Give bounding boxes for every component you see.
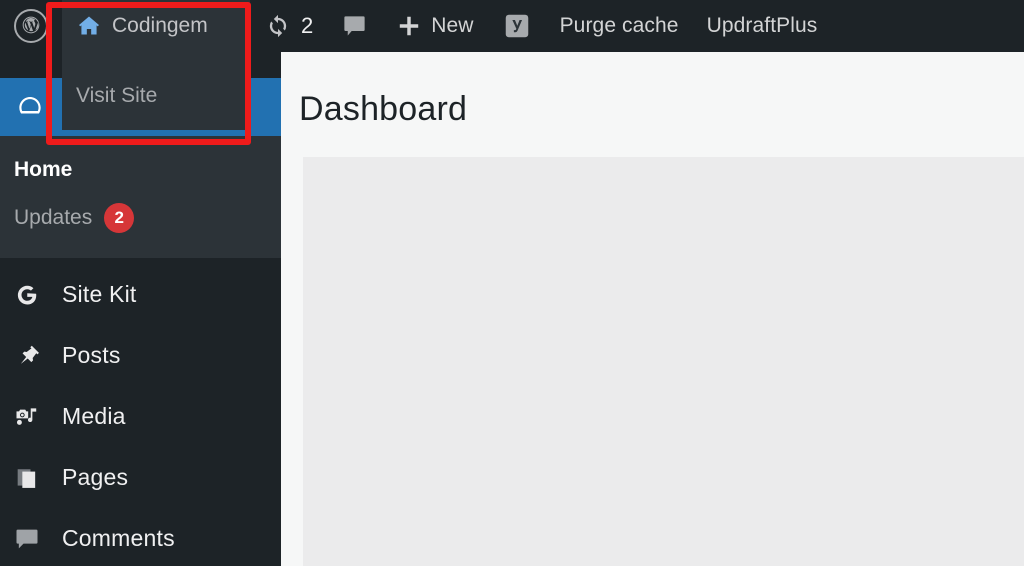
sidebar-item-site-kit-label: Site Kit [62, 281, 137, 307]
sidebar-item-posts-label: Posts [62, 342, 121, 368]
page-title: Dashboard [299, 90, 468, 128]
site-dropdown-header[interactable]: Codingem [62, 0, 250, 52]
wordpress-admin-screen: Codingem 2 New [0, 0, 1024, 566]
sidebar-item-updates[interactable]: Updates 2 [0, 194, 281, 242]
sidebar-item-media-label: Media [62, 403, 126, 429]
purge-cache-label: Purge cache [559, 14, 679, 37]
dashboard-panel [303, 157, 1024, 566]
sidebar-item-pages[interactable]: Pages [0, 447, 281, 508]
plus-icon [396, 13, 422, 39]
visit-site-link[interactable]: Visit Site [62, 70, 250, 122]
dashboard-submenu: Home Updates 2 [0, 136, 281, 258]
updates-badge: 2 [104, 203, 135, 233]
admin-bar-new-label: New [431, 14, 474, 37]
admin-bar-updraftplus[interactable]: UpdraftPlus [693, 0, 832, 52]
admin-bar-purge-cache[interactable]: Purge cache [546, 0, 693, 52]
sidebar-item-site-kit[interactable]: Site Kit [0, 264, 281, 325]
home-icon [76, 13, 102, 39]
admin-bar-comments[interactable] [327, 0, 382, 52]
visit-site-label: Visit Site [76, 84, 158, 107]
comment-bubble-icon [10, 525, 44, 553]
sidebar-item-comments-label: Comments [62, 525, 175, 551]
google-g-icon [10, 280, 44, 310]
sidebar-item-pages-label: Pages [62, 464, 129, 490]
pushpin-icon [10, 342, 44, 370]
wordpress-logo-menu[interactable] [0, 0, 62, 52]
admin-bar-new-content[interactable]: New [382, 0, 487, 52]
updates-count: 2 [301, 13, 314, 38]
sidebar-item-home[interactable]: Home [0, 146, 281, 194]
sidebar-item-media[interactable]: Media [0, 386, 281, 447]
admin-bar-updates[interactable]: 2 [250, 0, 327, 52]
main-content-area: Dashboard [281, 52, 1024, 566]
sidebar-item-home-label: Home [14, 158, 73, 181]
admin-bar-yoast-seo[interactable] [488, 0, 546, 52]
wordpress-logo-icon [14, 9, 48, 43]
media-camera-music-icon [10, 403, 44, 431]
comment-bubble-icon [341, 13, 368, 40]
site-dropdown-header-label: Codingem [112, 14, 208, 37]
updraftplus-label: UpdraftPlus [706, 14, 818, 37]
site-name-dropdown-menu[interactable]: Codingem Visit Site [62, 0, 250, 130]
sidebar-item-updates-label: Updates [14, 206, 93, 229]
updates-icon [264, 12, 292, 40]
sidebar-main-menu: Site Kit Posts Media Pages Comments [0, 264, 281, 566]
sidebar-item-posts[interactable]: Posts [0, 325, 281, 386]
dashboard-gauge-icon [14, 91, 46, 123]
sidebar-item-comments[interactable]: Comments [0, 508, 281, 566]
yoast-seo-icon [502, 11, 532, 41]
pages-stack-icon [10, 464, 44, 492]
